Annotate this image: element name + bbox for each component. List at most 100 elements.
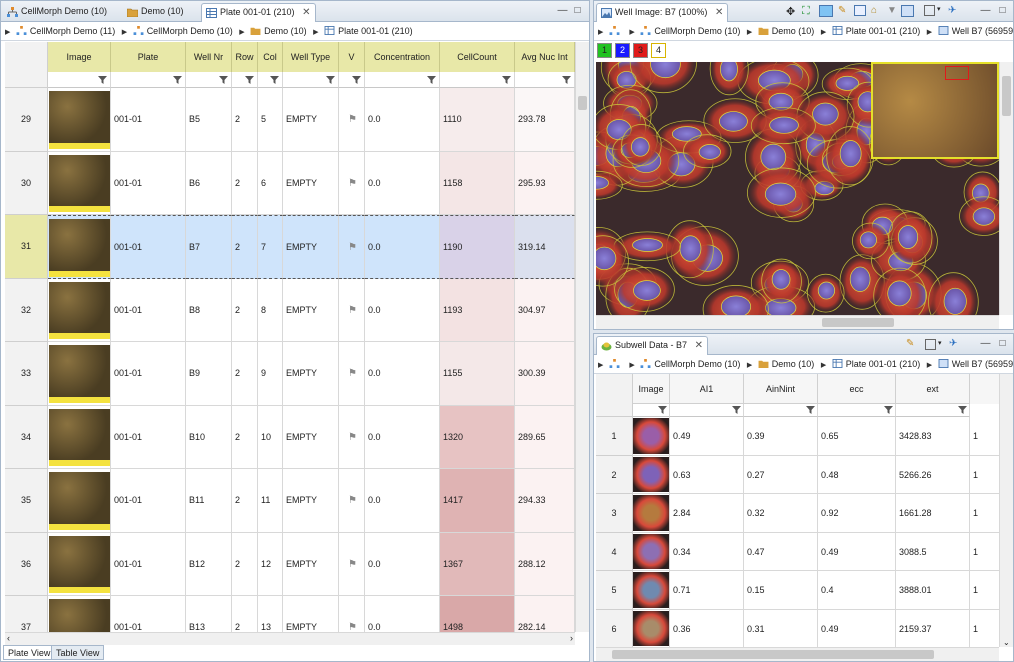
validation-icon[interactable]: ⚑	[342, 368, 357, 379]
table-cell[interactable]: 0.0	[365, 532, 440, 596]
wand-icon[interactable]: ✎	[906, 338, 914, 349]
table-cell[interactable]: 1367	[440, 532, 515, 596]
cell-thumbnail-cell[interactable]	[633, 571, 670, 610]
filter-cell[interactable]	[515, 72, 575, 88]
table-cell[interactable]: 1193	[440, 278, 515, 342]
minimize-icon[interactable]: —	[980, 5, 991, 16]
filter-icon[interactable]	[658, 406, 667, 414]
validation-icon[interactable]: ⚑	[342, 432, 357, 443]
breadcrumb-item[interactable]	[609, 26, 623, 36]
table-cell[interactable]: 1417	[440, 469, 515, 533]
table-cell[interactable]: 293.78	[515, 88, 575, 152]
row-number[interactable]: 29	[5, 88, 48, 152]
dropdown-icon[interactable]: ▾	[937, 5, 941, 13]
cell-thumbnail-cell[interactable]	[633, 532, 670, 571]
well-thumbnail[interactable]	[49, 154, 110, 212]
table-cell[interactable]: 13	[258, 596, 283, 632]
table-cell[interactable]: B10	[186, 405, 232, 469]
filter-cell[interactable]	[111, 72, 186, 88]
row-number[interactable]: 3	[596, 494, 633, 533]
well-thumbnail-cell[interactable]	[48, 405, 111, 469]
table-cell[interactable]: 5	[258, 88, 283, 152]
row-number[interactable]: 30	[5, 151, 48, 215]
wand-icon[interactable]: ✎	[838, 5, 846, 16]
channel-2-toggle[interactable]: 2	[615, 43, 630, 58]
table-cell[interactable]: 001-01	[111, 532, 186, 596]
table-cell[interactable]: 2	[232, 278, 258, 342]
table-cell[interactable]: B5	[186, 88, 232, 152]
cell-thumbnail-cell[interactable]	[633, 494, 670, 533]
column-header[interactable]: Well Nr	[186, 42, 232, 72]
well-thumbnail-cell[interactable]	[48, 88, 111, 152]
subwell-horizontal-scrollbar[interactable]	[596, 647, 999, 661]
table-cell[interactable]: 0.0	[365, 215, 440, 279]
table-cell[interactable]: EMPTY	[283, 342, 339, 406]
filter-cell[interactable]	[440, 72, 515, 88]
table-cell[interactable]: ⚑	[339, 151, 365, 215]
column-header[interactable]: Col	[258, 42, 283, 72]
table-cell[interactable]: 001-01	[111, 596, 186, 632]
table-cell[interactable]: 6	[258, 151, 283, 215]
row-number[interactable]: 31	[5, 215, 48, 279]
table-cell[interactable]: ⚑	[339, 278, 365, 342]
vertical-scrollbar[interactable]	[575, 42, 589, 632]
table-cell[interactable]: 1	[970, 417, 999, 456]
table-cell[interactable]: 2.84	[670, 494, 744, 533]
table-cell[interactable]: 1	[970, 571, 999, 610]
table-cell[interactable]: 0.0	[365, 278, 440, 342]
table-cell[interactable]: 282.14	[515, 596, 575, 632]
maximize-icon[interactable]: □	[997, 338, 1008, 349]
breadcrumb-item[interactable]: Demo (10)	[250, 26, 307, 36]
pin-icon[interactable]: ✈	[948, 5, 956, 16]
scrollbar-thumb[interactable]	[1002, 76, 1011, 116]
table-cell[interactable]: ⚑	[339, 88, 365, 152]
column-header[interactable]: AinNint	[744, 374, 818, 404]
filter-cell[interactable]	[365, 72, 440, 88]
table-cell[interactable]: 1	[970, 610, 999, 648]
table-cell[interactable]: 289.65	[515, 405, 575, 469]
table-cell[interactable]: 1661.28	[896, 494, 970, 533]
tab-table-view[interactable]: Table View	[51, 645, 105, 660]
table-cell[interactable]: 2	[232, 405, 258, 469]
cell-thumbnail-cell[interactable]	[633, 455, 670, 494]
cell-thumbnail[interactable]	[633, 456, 669, 492]
row-number[interactable]: 33	[5, 342, 48, 406]
table-cell[interactable]: 001-01	[111, 278, 186, 342]
table-cell[interactable]: 0.49	[670, 417, 744, 456]
column-header[interactable]: Plate	[111, 42, 186, 72]
image-horizontal-scrollbar[interactable]	[596, 315, 999, 329]
table-cell[interactable]: 2	[232, 215, 258, 279]
table-cell[interactable]: 304.97	[515, 278, 575, 342]
table-cell[interactable]: 001-01	[111, 342, 186, 406]
table-cell[interactable]: 2	[232, 469, 258, 533]
table-cell[interactable]: B8	[186, 278, 232, 342]
table-cell[interactable]: 288.12	[515, 532, 575, 596]
filter-cell[interactable]	[283, 72, 339, 88]
validation-icon[interactable]: ⚑	[342, 114, 357, 125]
table-cell[interactable]: 2	[232, 88, 258, 152]
table-cell[interactable]: 0.15	[744, 571, 818, 610]
cell-thumbnail-cell[interactable]	[633, 417, 670, 456]
channel-1-toggle[interactable]: 1	[597, 43, 612, 58]
breadcrumb-item[interactable]: Demo (10)	[758, 26, 814, 36]
table-cell[interactable]: 3888.01	[896, 571, 970, 610]
breadcrumb-item[interactable]	[609, 359, 623, 369]
cell-thumbnail[interactable]	[633, 572, 669, 608]
table-cell[interactable]: 1190	[440, 215, 515, 279]
channel-3-toggle[interactable]: 3	[633, 43, 648, 58]
table-cell[interactable]: 0.0	[365, 342, 440, 406]
well-thumbnail[interactable]	[49, 219, 110, 277]
table-cell[interactable]: 0.34	[670, 532, 744, 571]
filter-cell[interactable]	[633, 404, 670, 417]
table-cell[interactable]: 001-01	[111, 469, 186, 533]
table-cell[interactable]: 7	[258, 215, 283, 279]
layout-icon[interactable]	[924, 5, 935, 16]
tab-demo[interactable]: Demo (10)	[123, 3, 190, 22]
scroll-right-icon[interactable]: ›	[570, 633, 573, 643]
row-number[interactable]: 36	[5, 532, 48, 596]
table-cell[interactable]: 1110	[440, 88, 515, 152]
column-header[interactable]: Row	[232, 42, 258, 72]
scrollbar-thumb[interactable]	[822, 318, 894, 327]
table-cell[interactable]: 2	[232, 151, 258, 215]
well-thumbnail[interactable]	[49, 408, 110, 466]
